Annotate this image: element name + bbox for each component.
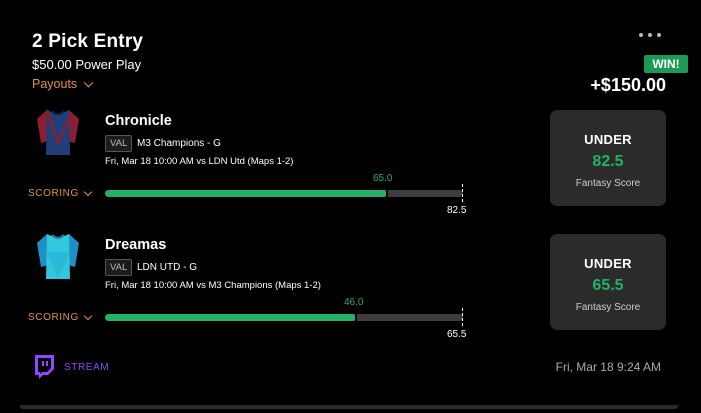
progress-marker [355,310,358,325]
pick-stat: Fantasy Score [575,178,641,189]
twitch-icon[interactable] [33,354,55,379]
win-badge: WIN! [644,55,688,73]
progress-bar [105,310,463,325]
scoring-toggle[interactable]: SCORING [28,187,93,199]
entry-title: 2 Pick Entry [32,31,144,52]
card-bottom-border [20,405,678,409]
more-options-icon[interactable] [639,33,661,37]
payouts-label: Payouts [32,77,78,91]
pick-direction: UNDER [584,256,632,271]
game-tag: VAL [105,135,133,152]
progress-fill [105,190,387,197]
pick-line: 65.5 [592,277,624,294]
team-position: LDN UTD - G [137,262,197,273]
game-info: Fri, Mar 18 10:00 AM vs LDN Utd (Maps 1-… [105,156,294,167]
win-amount: +$150.00 [590,75,666,95]
stream-link[interactable]: STREAM [64,362,109,373]
pick-box[interactable]: UNDER 65.5 Fantasy Score [550,234,666,330]
target-score: 65.5 [447,329,467,340]
scoring-label: SCORING [28,312,79,323]
scoring-label: SCORING [28,188,79,199]
scoring-toggle[interactable]: SCORING [28,311,93,323]
target-score: 82.5 [447,205,467,216]
pick-stat: Fantasy Score [575,302,641,313]
pick-line: 82.5 [592,153,624,170]
entry-timestamp: Fri, Mar 18 9:24 AM [555,360,661,374]
game-info: Fri, Mar 18 10:00 AM vs M3 Champions (Ma… [105,280,321,291]
progress-bar [105,186,463,201]
player-name: Chronicle [105,113,172,129]
target-line [462,308,463,326]
jersey-icon [37,109,79,155]
chevron-down-icon [83,311,93,320]
player-name: Dreamas [105,237,167,253]
jersey-icon [37,234,79,279]
pick-direction: UNDER [584,132,632,147]
chevron-down-icon [83,187,93,196]
payouts-toggle[interactable]: Payouts [32,77,94,91]
chevron-down-icon [83,77,94,87]
actual-score: 65.0 [373,173,393,184]
pick-box[interactable]: UNDER 82.5 Fantasy Score [550,110,666,206]
progress-fill [105,314,357,321]
entry-subtitle: $50.00 Power Play [32,57,142,72]
actual-score: 46.0 [344,297,364,308]
progress-marker [385,186,388,201]
entry-card: 2 Pick Entry $50.00 Power Play Payouts W… [20,16,688,411]
target-line [462,184,463,202]
team-position: M3 Champions - G [137,138,221,149]
game-tag: VAL [105,259,133,276]
